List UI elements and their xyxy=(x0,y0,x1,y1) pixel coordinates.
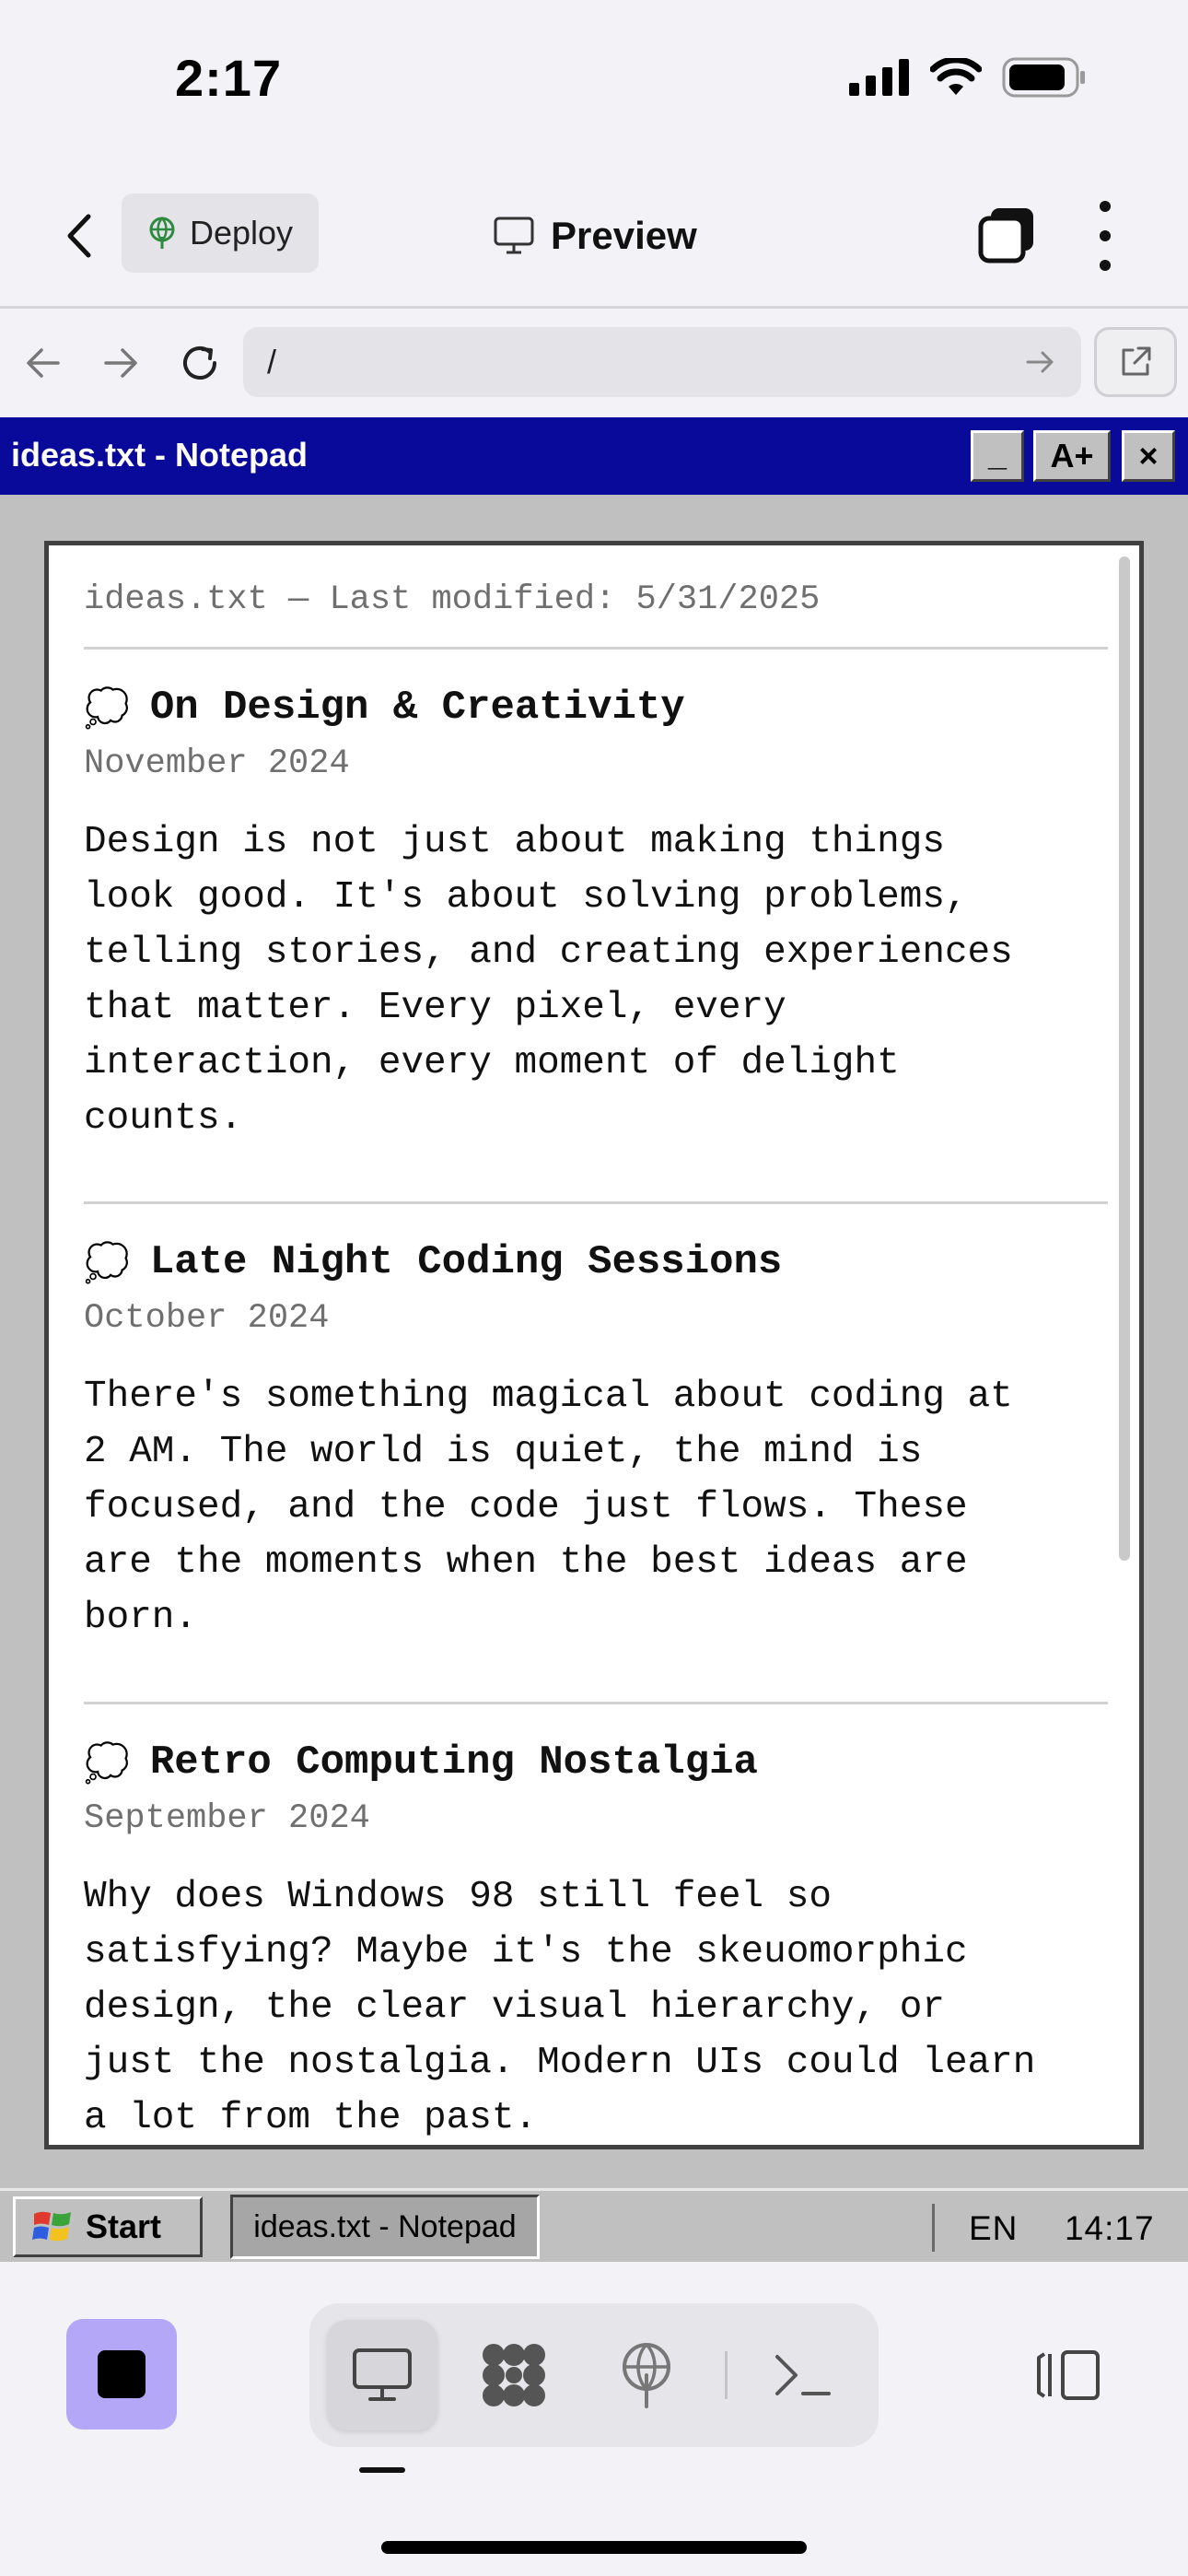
document-area[interactable]: ideas.txt — Last modified: 5/31/2025 💭 O… xyxy=(44,541,1144,2149)
go-arrow-icon[interactable] xyxy=(1022,344,1059,381)
wifi-icon xyxy=(930,58,982,95)
scrollbar[interactable] xyxy=(1119,556,1130,1561)
divider xyxy=(84,1201,1108,1204)
entry-date: September 2024 xyxy=(84,1799,370,1838)
app-header: Deploy Preview xyxy=(0,166,1188,309)
deploy-button[interactable]: Deploy xyxy=(122,193,320,273)
divider xyxy=(84,1702,1108,1704)
arrow-left-icon xyxy=(27,348,60,378)
back-button[interactable] xyxy=(53,206,103,265)
browser-toolbar: / xyxy=(0,309,1188,417)
language-indicator[interactable]: EN xyxy=(969,2209,1018,2247)
dock-tabs xyxy=(309,2303,879,2447)
font-size-button[interactable]: A+ xyxy=(1033,430,1111,482)
deploy-icon xyxy=(623,2343,670,2408)
taskbar-clock: 14:17 xyxy=(1064,2209,1155,2247)
open-external-button[interactable] xyxy=(1094,327,1177,397)
minimize-button[interactable]: _ xyxy=(971,430,1024,482)
idea-entry: 💭 On Design & Creativity November 2024 D… xyxy=(84,678,1115,1146)
close-button[interactable]: × xyxy=(1122,430,1175,482)
document-header: ideas.txt — Last modified: 5/31/2025 xyxy=(84,580,821,619)
idea-entry: 💭 Retro Computing Nostalgia September 20… xyxy=(84,1733,1115,2145)
entry-title: Retro Computing Nostalgia xyxy=(149,1739,758,1786)
split-view-icon xyxy=(1037,2350,1100,2400)
stop-icon xyxy=(98,2350,146,2398)
tab-terminal[interactable] xyxy=(748,2320,858,2430)
start-button[interactable]: Start xyxy=(13,2196,203,2257)
status-time: 2:17 xyxy=(175,49,283,107)
reload-button[interactable] xyxy=(173,336,227,390)
notepad-body: ideas.txt — Last modified: 5/31/2025 💭 O… xyxy=(0,495,1188,2188)
window-title: ideas.txt - Notepad xyxy=(11,436,309,474)
tabs-icon[interactable] xyxy=(978,206,1035,263)
battery-icon xyxy=(1002,57,1085,98)
cellular-signal-icon xyxy=(849,59,909,96)
thought-bubble-icon: 💭 xyxy=(84,1741,130,1785)
windows-logo-icon xyxy=(32,2211,71,2242)
entry-title: Late Night Coding Sessions xyxy=(149,1239,783,1285)
entry-body: Why does Windows 98 still feel so satisf… xyxy=(84,1876,1036,2139)
deploy-globe-icon xyxy=(149,217,175,249)
divider xyxy=(84,647,1108,650)
apps-icon xyxy=(483,2344,545,2406)
url-text: / xyxy=(267,343,277,381)
entry-title: On Design & Creativity xyxy=(149,685,685,731)
split-view-button[interactable] xyxy=(1030,2345,1107,2406)
bottom-dock xyxy=(0,2262,1188,2576)
browser-forward-button[interactable] xyxy=(94,336,147,390)
taskbar-item-notepad[interactable]: ideas.txt - Notepad xyxy=(230,2195,540,2259)
entry-date: November 2024 xyxy=(84,744,350,783)
home-indicator[interactable] xyxy=(381,2541,807,2554)
external-link-icon xyxy=(1122,346,1151,376)
entry-body: Design is not just about making things l… xyxy=(84,821,1013,1140)
status-icons xyxy=(849,57,1087,98)
deploy-label: Deploy xyxy=(190,214,294,252)
tab-desktop[interactable] xyxy=(327,2320,437,2430)
tray-separator xyxy=(932,2204,935,2252)
stop-button[interactable] xyxy=(66,2319,177,2430)
preview-title-label: Preview xyxy=(551,214,697,257)
tab-deploy[interactable] xyxy=(591,2320,702,2430)
dock-separator xyxy=(725,2351,728,2399)
arrow-right-icon xyxy=(104,348,137,378)
taskbar: Start ideas.txt - Notepad EN 14:17 xyxy=(0,2188,1188,2262)
entry-body: There's something magical about coding a… xyxy=(84,1376,1013,1639)
desktop-icon xyxy=(353,2348,412,2401)
thought-bubble-icon: 💭 xyxy=(84,1241,130,1284)
start-label: Start xyxy=(86,2207,162,2245)
more-options-icon[interactable] xyxy=(1092,201,1118,271)
browser-back-button[interactable] xyxy=(17,336,70,390)
system-tray: EN 14:17 xyxy=(969,2209,1155,2248)
notepad-titlebar[interactable]: ideas.txt - Notepad _ A+ × xyxy=(0,417,1188,495)
reload-icon xyxy=(183,346,216,380)
active-tab-indicator xyxy=(359,2467,405,2473)
monitor-icon xyxy=(494,217,534,254)
entry-date: October 2024 xyxy=(84,1299,330,1338)
tab-apps[interactable] xyxy=(459,2320,569,2430)
url-input[interactable]: / xyxy=(243,327,1081,397)
idea-entry: 💭 Late Night Coding Sessions October 202… xyxy=(84,1233,1115,1645)
chevron-left-icon xyxy=(67,214,91,258)
thought-bubble-icon: 💭 xyxy=(84,686,130,730)
terminal-icon xyxy=(775,2355,831,2395)
status-bar: 2:17 xyxy=(0,0,1188,166)
preview-title: Preview xyxy=(494,206,697,265)
